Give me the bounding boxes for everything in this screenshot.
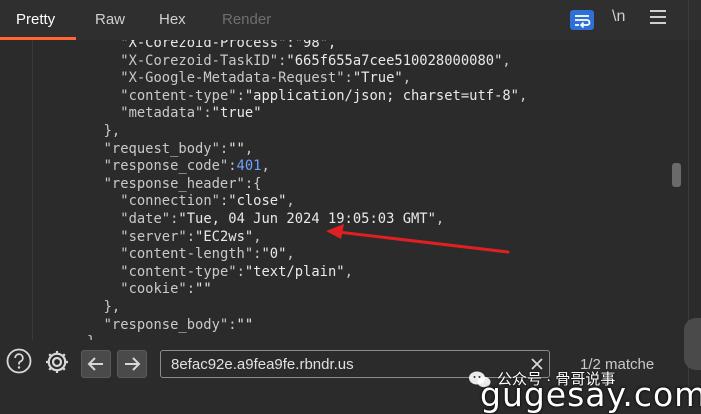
code-line: "metadata":"true"	[120, 105, 261, 123]
gear-icon	[46, 351, 68, 373]
code-token: "true"	[211, 105, 262, 122]
code-token: :	[236, 263, 245, 280]
code-token: },	[87, 334, 104, 340]
code-token: "metadata"	[120, 105, 204, 122]
message-editor-toolbar: Pretty Raw Hex Render \n	[0, 0, 701, 40]
response-body-editor[interactable]: "X-Corezoid-Process":"98", "X-Corezoid-Ta…	[0, 40, 668, 340]
code-line: "response_code":401,	[104, 158, 270, 176]
code-token: },	[103, 123, 121, 139]
help-icon	[6, 348, 32, 374]
code-token: "X-Google-Metadata-Request"	[120, 70, 345, 87]
code-token: "True"	[352, 70, 403, 87]
code-token: "response_code"	[103, 158, 229, 175]
code-token: ,	[502, 52, 511, 69]
code-line: "content-type":"application/json; charse…	[120, 88, 527, 106]
code-line: "request_body":"",	[104, 141, 254, 159]
code-token: "response_header"	[103, 175, 245, 192]
code-token: :	[219, 140, 229, 157]
arrow-right-icon	[125, 357, 141, 371]
code-token: "0"	[261, 246, 287, 263]
code-token: "X-Corezoid-Process":"98",	[120, 40, 337, 51]
code-token: "content-type"	[120, 263, 237, 280]
menu-icon[interactable]	[650, 10, 666, 28]
code-token: "665f655a7cee510028000080"	[286, 52, 503, 69]
code-token: "response_body"	[103, 316, 229, 333]
code-token: ,	[344, 263, 353, 280]
code-token: ""	[228, 140, 245, 157]
code-line: },	[87, 334, 104, 340]
code-token: ,	[402, 70, 412, 87]
tab-hex[interactable]: Hex	[159, 0, 186, 40]
code-token: ""	[195, 281, 212, 298]
code-token: 401	[236, 158, 262, 175]
next-match-button[interactable]	[117, 350, 147, 378]
red-arrow-annotation	[326, 224, 510, 254]
code-token: "application/json; charset=utf-8"	[244, 87, 519, 104]
code-token: :	[236, 87, 245, 104]
code-token: "server"	[120, 228, 187, 245]
code-token: :	[186, 281, 196, 298]
code-token: "X-Corezoid-TaskID"	[120, 52, 279, 69]
tab-pretty[interactable]: Pretty	[16, 0, 55, 40]
code-line: "cookie":""	[120, 281, 211, 299]
code-token: "date"	[120, 211, 171, 227]
tab-render[interactable]: Render	[222, 0, 271, 40]
side-panel-toggle[interactable]	[684, 318, 701, 370]
code-token: :{	[244, 175, 262, 192]
help-button[interactable]	[6, 348, 32, 374]
scrollbar-thumb[interactable]	[672, 163, 681, 187]
settings-button[interactable]	[43, 348, 71, 376]
code-token: "text/plain"	[244, 263, 345, 280]
vertical-scrollbar[interactable]	[670, 40, 684, 340]
code-token: "cookie"	[120, 281, 187, 298]
code-token: "request_body"	[103, 140, 220, 157]
code-line: "content-type":"text/plain",	[120, 264, 353, 282]
code-line: "X-Google-Metadata-Request":"True",	[120, 70, 411, 88]
code-token: "connection"	[120, 193, 220, 210]
watermark-site: gugesay.com	[480, 375, 701, 414]
code-line: "content-length":"0",	[120, 246, 294, 264]
code-line: "response_header":{	[104, 176, 262, 194]
code-token: ,	[253, 228, 262, 245]
wrap-lines-icon	[575, 15, 591, 29]
wrap-lines-button[interactable]	[570, 10, 594, 30]
code-token: :	[344, 70, 353, 87]
arrow-left-icon	[87, 357, 103, 371]
code-token: "close"	[228, 193, 287, 210]
previous-match-button[interactable]	[81, 350, 111, 378]
show-newlines-button[interactable]: \n	[612, 8, 625, 26]
code-token: :	[228, 158, 237, 175]
code-token: ,	[261, 158, 270, 175]
code-token: ,	[519, 87, 528, 104]
code-line: "connection":"close",	[120, 193, 294, 211]
code-line: },	[104, 123, 121, 141]
code-token: "EC2ws"	[195, 228, 254, 245]
code-line: "response_body":""	[104, 317, 254, 335]
code-line: },	[104, 299, 121, 317]
tab-raw[interactable]: Raw	[95, 0, 125, 40]
code-token: ,	[286, 193, 295, 210]
code-token: ,	[286, 246, 295, 263]
code-line: "X-Corezoid-Process":"98",	[120, 40, 336, 53]
code-token: :	[228, 316, 237, 333]
code-token: ,	[244, 140, 254, 157]
code-token: "content-type"	[120, 87, 237, 104]
code-line: "server":"EC2ws",	[120, 229, 261, 247]
code-token: },	[103, 299, 121, 315]
code-token: :	[203, 105, 212, 122]
code-token: :	[186, 228, 196, 245]
code-token: "content-length"	[120, 246, 254, 263]
code-line: "X-Corezoid-TaskID":"665f655a7cee5100280…	[120, 53, 510, 71]
code-token: ""	[236, 316, 254, 333]
